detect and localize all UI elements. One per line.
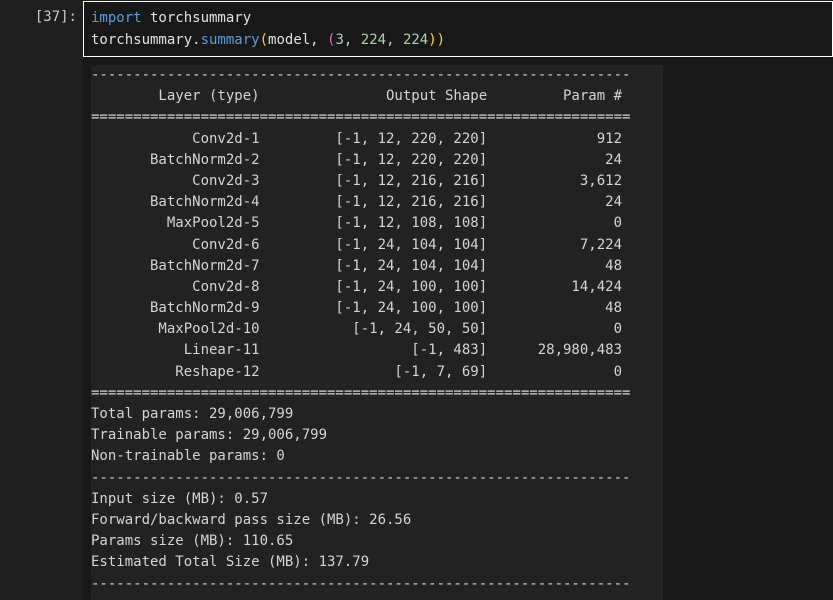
close-parens: )) <box>428 32 446 48</box>
layer-row: Linear-11 [-1, 483] 28,980,483 <box>91 342 623 359</box>
layer-row: Conv2d-8 [-1, 24, 100, 100] 14,424 <box>91 278 623 295</box>
comma-1: , <box>343 32 361 48</box>
layer-row: MaxPool2d-10 [-1, 24, 50, 50] 0 <box>91 321 623 338</box>
model-arg: model, <box>268 32 328 48</box>
code-line-1: import torchsummary <box>91 7 832 29</box>
table-header: Layer (type) Output Shape Param # <box>91 88 623 105</box>
layer-row: Conv2d-1 [-1, 12, 220, 220] 912 <box>91 130 623 147</box>
layer-row: BatchNorm2d-2 [-1, 12, 220, 220] 24 <box>91 151 623 168</box>
execution-count-prompt: [37]: <box>34 9 77 25</box>
height-number: 224 <box>360 32 387 48</box>
separator-line: ========================================… <box>91 384 631 401</box>
code-line-2: torchsummary.summary(model, (3, 224, 224… <box>91 29 832 51</box>
layer-row: Reshape-12 [-1, 7, 69] 0 <box>91 363 623 380</box>
layer-row: BatchNorm2d-7 [-1, 24, 104, 104] 48 <box>91 257 623 274</box>
input-size: Input size (MB): 0.57 <box>91 490 269 507</box>
comma-2: , <box>386 32 403 48</box>
layer-row: BatchNorm2d-9 [-1, 24, 100, 100] 48 <box>91 300 623 317</box>
import-module: torchsummary <box>141 10 252 26</box>
layer-row: MaxPool2d-5 [-1, 12, 108, 108] 0 <box>91 215 623 232</box>
separator-line: ----------------------------------------… <box>91 67 631 83</box>
separator-line: ----------------------------------------… <box>91 469 631 486</box>
import-keyword: import <box>91 10 142 26</box>
summary-lines: ----------------------------------------… <box>91 65 630 595</box>
function-name: summary <box>200 32 260 48</box>
channels-number: 3 <box>335 32 344 48</box>
layer-row: Conv2d-3 [-1, 12, 216, 216] 3,612 <box>91 172 623 189</box>
forward-backward-size: Forward/backward pass size (MB): 26.56 <box>91 511 412 528</box>
code-cell-editor[interactable]: import torchsummary torchsummary.summary… <box>83 1 833 57</box>
layer-row: Conv2d-6 [-1, 24, 104, 104] 7,224 <box>91 236 623 253</box>
non-trainable-params: Non-trainable params: 0 <box>91 448 285 465</box>
cell-output-area: ----------------------------------------… <box>83 57 833 600</box>
trainable-params: Trainable params: 29,006,799 <box>91 427 328 444</box>
separator-line: ========================================… <box>91 109 631 126</box>
module-ref: torchsummary. <box>91 32 201 48</box>
separator-line: ----------------------------------------… <box>91 575 631 592</box>
open-paren: ( <box>259 32 269 48</box>
params-size: Params size (MB): 110.65 <box>91 533 294 550</box>
summary-output: ----------------------------------------… <box>91 65 663 600</box>
estimated-total-size: Estimated Total Size (MB): 137.79 <box>91 554 370 571</box>
total-params: Total params: 29,006,799 <box>91 406 294 422</box>
layer-row: BatchNorm2d-4 [-1, 12, 216, 216] 24 <box>91 194 623 211</box>
width-number: 224 <box>402 32 429 48</box>
